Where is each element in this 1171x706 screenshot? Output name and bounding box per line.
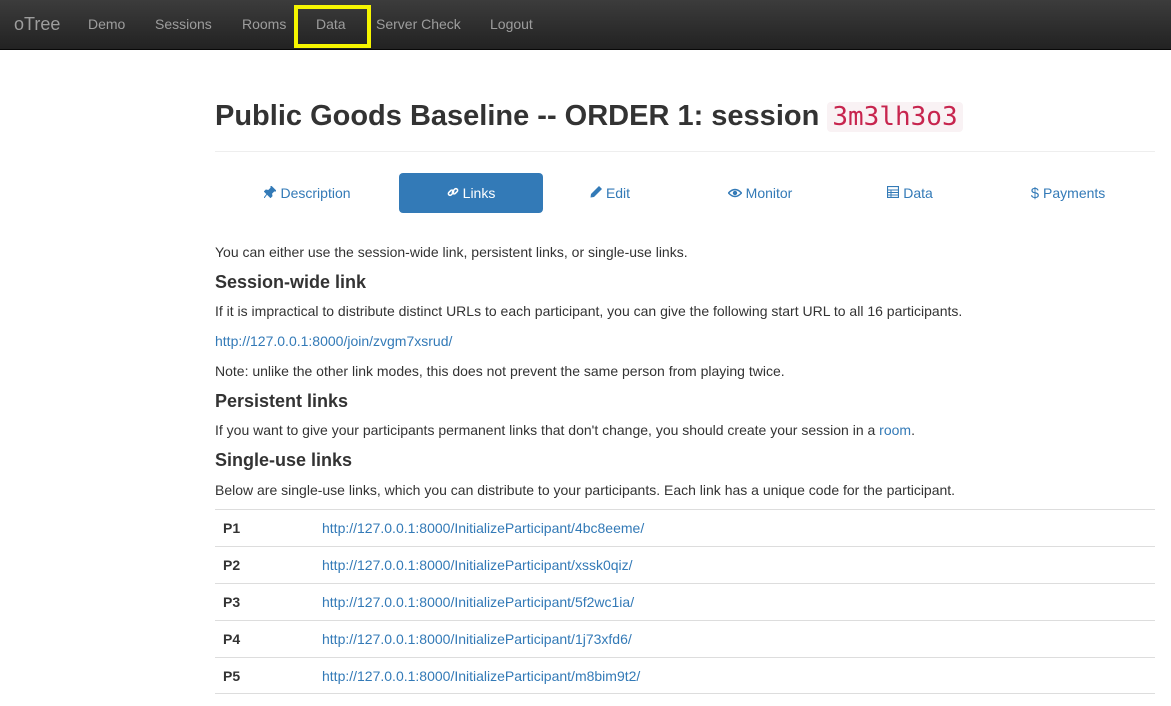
tab-payments[interactable]: $ Payments [1016, 173, 1120, 213]
tab-links[interactable]: Links [399, 173, 543, 213]
session-wide-link-row: http://127.0.0.1:8000/join/zvgm7xsrud/ [215, 333, 452, 349]
tab-edit[interactable]: Edit [560, 173, 660, 213]
tab-description-label: Description [280, 185, 351, 201]
link-icon [447, 174, 459, 214]
brand-link[interactable]: oTree [14, 14, 60, 35]
nav-sessions[interactable]: Sessions [155, 16, 212, 32]
table-row: P1 http://127.0.0.1:8000/InitializeParti… [215, 509, 1155, 546]
session-wide-note: Note: unlike the other link modes, this … [215, 363, 785, 379]
single-use-heading: Single-use links [215, 450, 353, 470]
participant-link[interactable]: http://127.0.0.1:8000/InitializeParticip… [322, 520, 644, 536]
pushpin-icon [264, 174, 278, 214]
nav-rooms[interactable]: Rooms [242, 16, 286, 32]
eye-icon [727, 174, 743, 214]
table-row: P3 http://127.0.0.1:8000/InitializeParti… [215, 583, 1155, 620]
page-title-text: Public Goods Baseline -- ORDER 1: sessio… [215, 100, 820, 132]
single-use-links-table: P1 http://127.0.0.1:8000/InitializeParti… [215, 509, 1155, 694]
participant-id: P1 [223, 520, 241, 536]
pencil-icon [590, 174, 602, 214]
participant-id: P5 [223, 668, 241, 684]
participant-link[interactable]: http://127.0.0.1:8000/InitializeParticip… [322, 594, 634, 610]
nav-logout[interactable]: Logout [490, 16, 533, 32]
tab-description[interactable]: Description [245, 173, 370, 213]
table-row: P5 http://127.0.0.1:8000/InitializeParti… [215, 657, 1155, 694]
nav-data-highlight-box [294, 5, 371, 48]
top-navbar: oTree Demo Sessions Rooms Data Server Ch… [0, 0, 1171, 50]
table-row: P2 http://127.0.0.1:8000/InitializeParti… [215, 546, 1155, 583]
participant-id: P4 [223, 631, 241, 647]
persistent-heading: Persistent links [215, 391, 349, 411]
room-link[interactable]: room [879, 422, 911, 438]
participant-link[interactable]: http://127.0.0.1:8000/InitializeParticip… [322, 557, 633, 573]
persistent-text: If you want to give your participants pe… [215, 422, 915, 438]
persistent-text-after: . [911, 422, 915, 438]
tab-monitor-label: Monitor [745, 185, 793, 201]
tab-edit-label: Edit [605, 185, 631, 201]
participant-link[interactable]: http://127.0.0.1:8000/InitializeParticip… [322, 668, 640, 684]
nav-demo[interactable]: Demo [88, 16, 125, 32]
page-title: Public Goods Baseline -- ORDER 1: sessio… [215, 97, 963, 136]
intro-text: You can either use the session-wide link… [215, 244, 688, 260]
session-wide-link[interactable]: http://127.0.0.1:8000/join/zvgm7xsrud/ [215, 333, 452, 349]
participant-id: P2 [223, 557, 241, 573]
tab-data[interactable]: Data [862, 173, 958, 213]
tab-monitor[interactable]: Monitor [710, 173, 810, 213]
session-code: 3m3lh3o3 [827, 102, 963, 132]
participant-link[interactable]: http://127.0.0.1:8000/InitializeParticip… [322, 631, 632, 647]
tab-payments-label: Payments [1043, 185, 1106, 201]
nav-server-check[interactable]: Server Check [376, 16, 461, 32]
tab-data-label: Data [903, 185, 933, 201]
session-wide-text: If it is impractical to distribute disti… [215, 303, 963, 319]
title-divider [215, 151, 1155, 152]
dollar-icon: $ [1030, 185, 1040, 202]
table-row: P4 http://127.0.0.1:8000/InitializeParti… [215, 620, 1155, 657]
session-wide-heading: Session-wide link [215, 272, 367, 292]
table-icon [887, 174, 900, 214]
tab-links-label: Links [462, 185, 496, 201]
participant-id: P3 [223, 594, 241, 610]
single-use-text: Below are single-use links, which you ca… [215, 482, 956, 498]
persistent-text-before: If you want to give your participants pe… [215, 422, 880, 438]
